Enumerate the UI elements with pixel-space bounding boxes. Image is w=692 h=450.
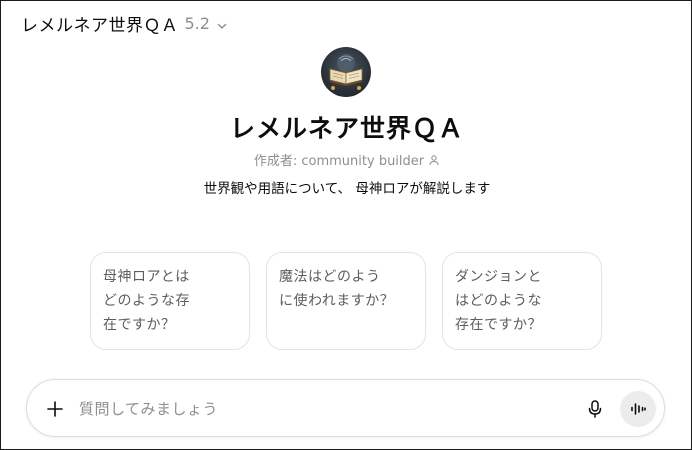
gpt-avatar xyxy=(321,47,371,97)
message-input[interactable] xyxy=(79,394,559,424)
starter-card[interactable]: 母神ロアとは どのような存 在ですか？ xyxy=(90,252,250,350)
gpt-description: 世界観や用語について、 母神ロアが解説します xyxy=(203,181,491,197)
header-title: レメルネア世界ＱＡ xyxy=(21,15,179,36)
microphone-icon xyxy=(588,400,602,418)
gpt-title: レメルネア世界ＱＡ xyxy=(229,114,464,143)
plus-icon xyxy=(47,401,63,417)
message-composer xyxy=(26,379,665,437)
model-selector[interactable]: レメルネア世界ＱＡ 5.2 xyxy=(21,12,228,36)
voice-mode-button[interactable] xyxy=(620,391,656,427)
chevron-down-icon xyxy=(216,17,228,29)
creator-line: 作成者: community builder xyxy=(1,150,692,169)
creator-label: 作成者: community builder xyxy=(253,154,425,169)
open-book-icon xyxy=(329,54,363,90)
dictate-button[interactable] xyxy=(583,397,607,421)
starter-card[interactable]: ダンジョンと はどのような 存在ですか？ xyxy=(442,252,602,350)
attach-button[interactable] xyxy=(43,397,67,421)
voice-waveform-icon xyxy=(631,403,646,415)
app-window: レメルネア世界ＱＡ 5.2 レメルネア世界ＱＡ 作成者: community b… xyxy=(0,0,692,450)
conversation-starters: 母神ロアとは どのような存 在ですか？ 魔法はどのよう に使われますか？ ダンジ… xyxy=(90,252,602,350)
person-icon xyxy=(428,154,440,166)
starter-card[interactable]: 魔法はどのよう に使われますか？ xyxy=(266,252,426,350)
model-version: 5.2 xyxy=(184,13,210,33)
